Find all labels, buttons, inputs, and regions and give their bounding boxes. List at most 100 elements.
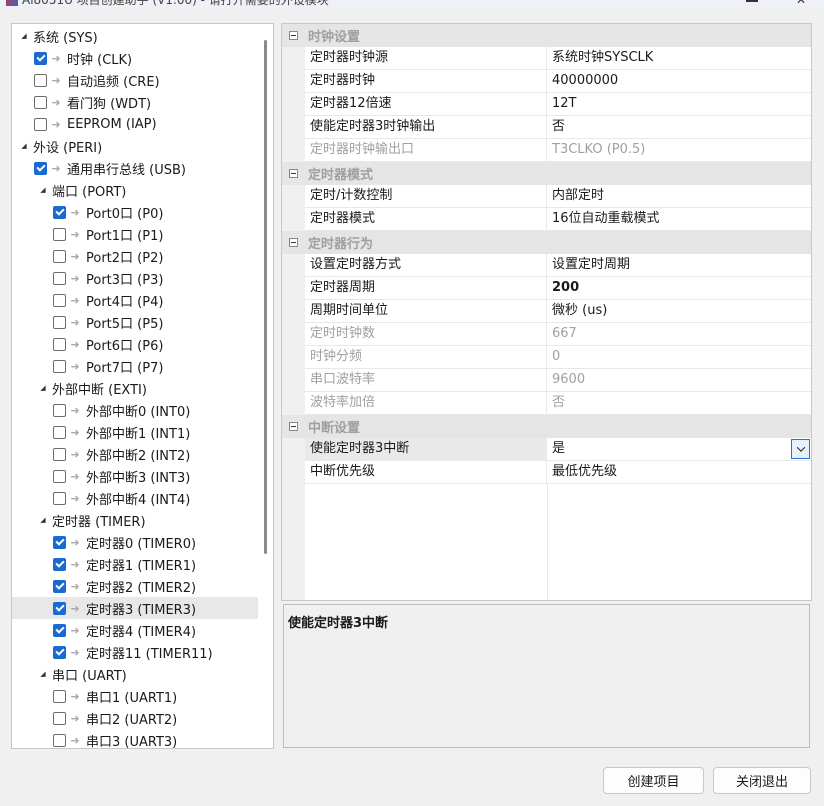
module-checkbox[interactable]: [53, 293, 66, 307]
tree-item[interactable]: ➜ Port5口 (P5): [12, 311, 258, 333]
module-checkbox[interactable]: [53, 315, 66, 329]
property-category[interactable]: 中断设置: [282, 415, 811, 438]
property-grid[interactable]: 时钟设置 定时器时钟源 系统时钟SYSCLK 定时器时钟 40000000 定时器12倍速…: [281, 23, 812, 601]
module-checkbox[interactable]: [53, 689, 66, 703]
tree-item[interactable]: ➜ 定时器2 (TIMER2): [12, 575, 258, 597]
property-row[interactable]: 定时器时钟源 系统时钟SYSCLK: [305, 47, 811, 70]
tree-item[interactable]: ➜ 外部中断0 (INT0): [12, 399, 258, 421]
peripheral-tree[interactable]: ◢ 系统 (SYS) ➜ 时钟 (CLK) ➜ 自动追频 (CRE) ➜ 看门狗 (WDT) ➜…: [11, 23, 274, 749]
property-row[interactable]: 定时器时钟 40000000: [305, 70, 811, 93]
module-checkbox[interactable]: [53, 711, 66, 725]
module-checkbox[interactable]: [53, 491, 66, 505]
tree-item[interactable]: ➜ 自动追频 (CRE): [12, 69, 258, 91]
property-row[interactable]: 定时/计数控制 内部定时: [305, 185, 811, 208]
tree-item[interactable]: ➜ 通用串行总线 (USB): [12, 157, 258, 179]
tree-item[interactable]: ➜ Port0口 (P0): [12, 201, 258, 223]
property-value[interactable]: 200: [548, 277, 811, 299]
tree-group[interactable]: ◢ 串口 (UART): [12, 663, 258, 685]
tree-item[interactable]: ➜ 定时器4 (TIMER4): [12, 619, 258, 641]
module-checkbox[interactable]: [34, 95, 47, 109]
property-category[interactable]: 定时器模式: [282, 162, 811, 185]
tree-item[interactable]: ➜ 定时器1 (TIMER1): [12, 553, 258, 575]
module-checkbox[interactable]: [34, 73, 47, 87]
tree-group[interactable]: ◢ 外设 (PERI): [12, 135, 258, 157]
property-value[interactable]: 最低优先级: [548, 461, 811, 483]
property-row[interactable]: 使能定时器3中断是: [305, 438, 811, 461]
chevron-down-icon[interactable]: [791, 439, 810, 459]
module-checkbox[interactable]: [53, 249, 66, 263]
module-checkbox[interactable]: [53, 447, 66, 461]
module-checkbox[interactable]: [53, 469, 66, 483]
minimize-button[interactable]: [746, 0, 758, 2]
module-checkbox[interactable]: [53, 359, 66, 373]
expand-collapse-icon[interactable]: ◢: [19, 142, 29, 150]
collapse-icon[interactable]: [289, 169, 298, 178]
tree-group[interactable]: ◢ 端口 (PORT): [12, 179, 258, 201]
tree-item[interactable]: ➜ Port4口 (P4): [12, 289, 258, 311]
module-checkbox[interactable]: [53, 271, 66, 285]
tree-item[interactable]: ➜ 外部中断1 (INT1): [12, 421, 258, 443]
tree-item[interactable]: ➜ 时钟 (CLK): [12, 47, 258, 69]
tree-item[interactable]: ➜ 串口2 (UART2): [12, 707, 258, 729]
module-checkbox[interactable]: [53, 337, 66, 351]
module-checkbox[interactable]: [34, 161, 47, 175]
expand-collapse-icon[interactable]: ◢: [38, 516, 48, 524]
tree-item[interactable]: ➜ 外部中断4 (INT4): [12, 487, 258, 509]
module-checkbox[interactable]: [53, 205, 66, 219]
tree-item[interactable]: ➜ 定时器0 (TIMER0): [12, 531, 258, 553]
property-value[interactable]: 40000000: [548, 70, 811, 92]
tree-group[interactable]: ◢ 系统 (SYS): [12, 25, 258, 47]
property-row[interactable]: 周期时间单位 微秒 (us): [305, 300, 811, 323]
tree-group[interactable]: ◢ 外部中断 (EXTI): [12, 377, 258, 399]
tree-item[interactable]: ➜ 外部中断3 (INT3): [12, 465, 258, 487]
property-row[interactable]: 定时器模式 16位自动重载模式: [305, 208, 811, 231]
module-checkbox[interactable]: [53, 733, 66, 747]
property-value[interactable]: 系统时钟SYSCLK: [548, 47, 811, 69]
property-value[interactable]: 12T: [548, 93, 811, 115]
tree-item[interactable]: ➜ Port1口 (P1): [12, 223, 258, 245]
property-row[interactable]: 定时器周期 200: [305, 277, 811, 300]
property-row[interactable]: 设置定时器方式 设置定时周期: [305, 254, 811, 277]
property-value[interactable]: 微秒 (us): [548, 300, 811, 322]
property-value[interactable]: 设置定时周期: [548, 254, 811, 276]
tree-item[interactable]: ➜ 定时器3 (TIMER3): [12, 597, 258, 619]
column-splitter[interactable]: [547, 484, 548, 600]
expand-collapse-icon[interactable]: ◢: [38, 670, 48, 678]
expand-collapse-icon[interactable]: ◢: [38, 186, 48, 194]
module-checkbox[interactable]: [53, 579, 66, 593]
module-checkbox[interactable]: [53, 557, 66, 571]
tree-item[interactable]: ➜ 看门狗 (WDT): [12, 91, 258, 113]
property-category[interactable]: 时钟设置: [282, 24, 811, 47]
tree-item[interactable]: ➜ Port7口 (P7): [12, 355, 258, 377]
tree-item[interactable]: ➜ EEPROM (IAP): [12, 113, 258, 135]
tree-item[interactable]: ➜ 定时器11 (TIMER11): [12, 641, 258, 663]
module-checkbox[interactable]: [53, 403, 66, 417]
module-checkbox[interactable]: [53, 623, 66, 637]
close-exit-button[interactable]: 关闭退出: [713, 767, 811, 794]
module-checkbox[interactable]: [53, 535, 66, 549]
property-category[interactable]: 定时器行为: [282, 231, 811, 254]
module-checkbox[interactable]: [53, 227, 66, 241]
close-window-button[interactable]: ✕: [796, 0, 806, 6]
module-checkbox[interactable]: [34, 117, 47, 131]
expand-collapse-icon[interactable]: ◢: [19, 32, 29, 40]
tree-scrollbar[interactable]: [264, 40, 267, 554]
collapse-icon[interactable]: [289, 238, 298, 247]
module-checkbox[interactable]: [34, 51, 47, 65]
property-value[interactable]: 内部定时: [548, 185, 811, 207]
tree-item[interactable]: ➜ Port6口 (P6): [12, 333, 258, 355]
expand-collapse-icon[interactable]: ◢: [38, 384, 48, 392]
create-project-button[interactable]: 创建项目: [603, 767, 704, 794]
collapse-icon[interactable]: [289, 422, 298, 431]
property-row[interactable]: 定时器12倍速 12T: [305, 93, 811, 116]
property-row[interactable]: 中断优先级 最低优先级: [305, 461, 811, 484]
tree-item[interactable]: ➜ 串口1 (UART1): [12, 685, 258, 707]
property-value[interactable]: 否: [548, 116, 811, 138]
tree-item[interactable]: ➜ 串口3 (UART3): [12, 729, 258, 748]
tree-item[interactable]: ➜ Port3口 (P3): [12, 267, 258, 289]
property-row[interactable]: 使能定时器3时钟输出否: [305, 116, 811, 139]
tree-item[interactable]: ➜ 外部中断2 (INT2): [12, 443, 258, 465]
property-value[interactable]: 是: [548, 438, 811, 460]
collapse-icon[interactable]: [289, 31, 298, 40]
module-checkbox[interactable]: [53, 645, 66, 659]
